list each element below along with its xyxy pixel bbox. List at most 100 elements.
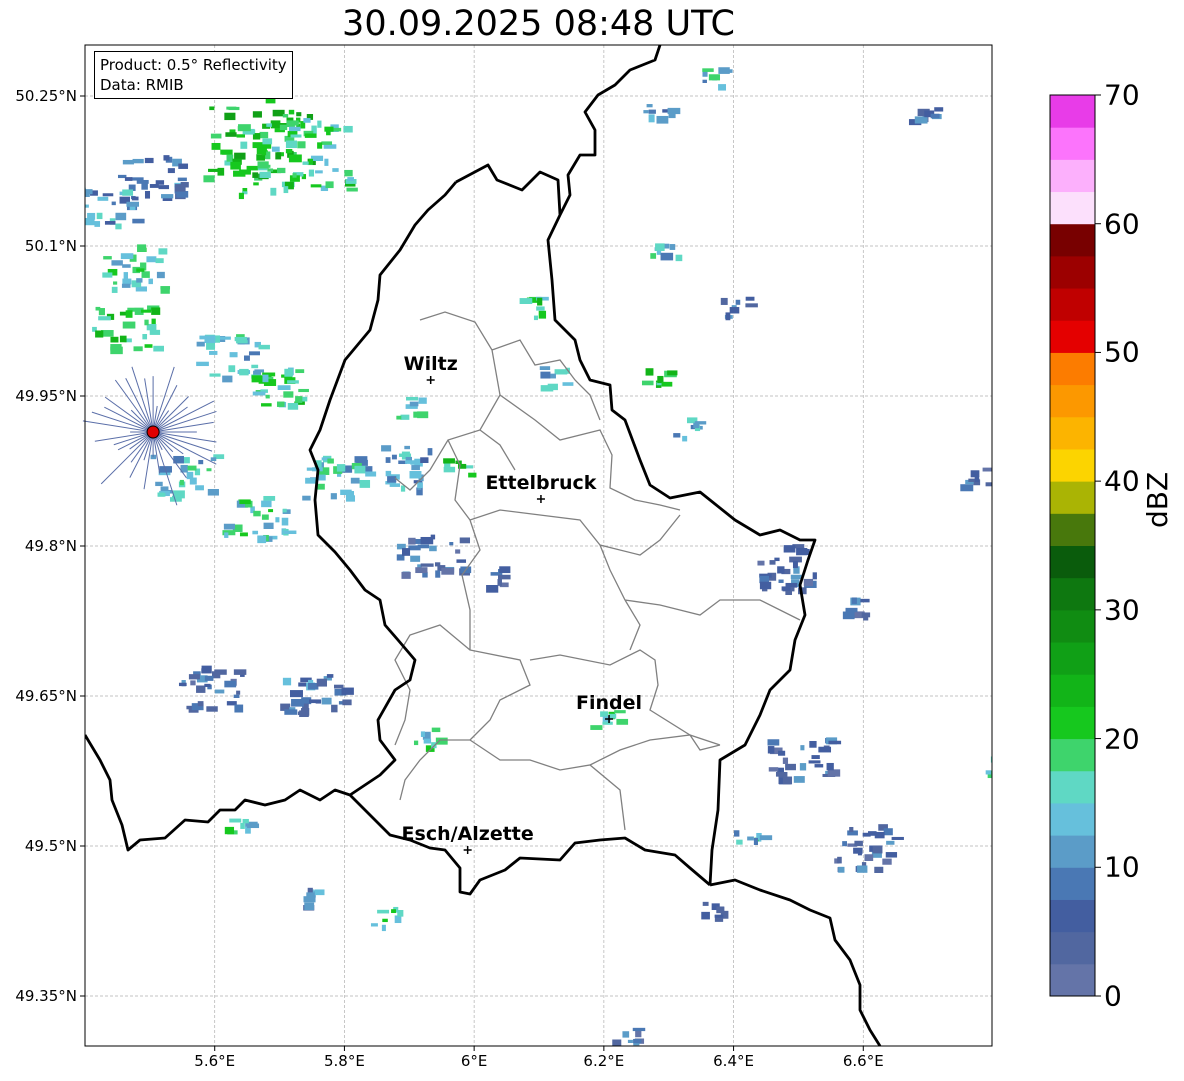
echo-pixel	[207, 488, 219, 496]
echo-pixel	[720, 297, 728, 305]
echo-pixel	[429, 545, 437, 552]
echo-pixel	[883, 828, 893, 836]
echo-pixel	[287, 403, 299, 410]
echo-pixel	[702, 901, 709, 906]
echo-pixel	[149, 329, 161, 335]
echo-pixel	[195, 485, 204, 491]
echo-pixel	[275, 517, 280, 523]
echo-pixel	[236, 134, 246, 138]
echo-pixel	[753, 837, 758, 845]
echo-pixel	[747, 836, 754, 841]
echo-pixel	[306, 892, 315, 900]
echo-pixel	[321, 141, 333, 145]
echo-pixel	[347, 177, 354, 181]
echo-pixel	[406, 396, 419, 401]
echo-pixel	[97, 196, 109, 201]
echo-pixel	[284, 709, 298, 715]
echo-pixel	[308, 699, 322, 704]
echo-pixel	[123, 272, 129, 279]
echo-pixel	[350, 477, 360, 484]
echo-pixel	[417, 411, 429, 419]
echo-pixel	[252, 391, 266, 396]
colorbar-label: dBZ	[1141, 471, 1174, 528]
echo-pixel	[136, 268, 145, 272]
echo-pixel	[385, 457, 391, 463]
echo-pixel	[270, 120, 281, 129]
echo-pixel	[411, 465, 420, 471]
echo-pixel	[246, 823, 260, 829]
echo-pixel	[500, 568, 510, 573]
echo-pixel	[285, 140, 298, 149]
echo-pixel	[1000, 767, 1008, 771]
echo-pixel	[400, 414, 410, 420]
colorbar-tick-label: 60	[1104, 207, 1140, 241]
echo-pixel	[110, 344, 122, 351]
echo-pixel	[960, 484, 974, 492]
echo-pixel	[214, 689, 225, 694]
echo-pixel	[391, 909, 396, 914]
echo-pixel	[122, 321, 136, 329]
echo-pixel	[252, 111, 262, 118]
echo-pixel	[189, 477, 197, 485]
echo-pixel	[354, 465, 367, 474]
lat-tick-label: 49.95°N	[15, 387, 77, 405]
radar-map[interactable]: Wiltz Ettelbruck Findel Esch/Alzette	[0, 0, 1184, 1081]
echo-pixel	[536, 306, 545, 311]
echo-pixel	[220, 149, 233, 155]
echo-pixel	[782, 757, 789, 764]
echo-pixel	[197, 701, 204, 707]
echo-pixel	[326, 674, 334, 678]
echo-pixel	[540, 371, 551, 379]
echo-pixel	[417, 544, 430, 549]
echo-pixel	[287, 380, 299, 384]
echo-pixel	[262, 138, 273, 145]
echo-pixel	[267, 168, 274, 172]
echo-pixel	[148, 278, 153, 285]
echo-pixel	[547, 383, 558, 391]
echo-pixel	[342, 699, 352, 706]
echo-pixel	[239, 532, 248, 537]
echo-pixel	[377, 909, 390, 914]
echo-pixel	[533, 315, 538, 321]
echo-pixel	[187, 465, 197, 471]
echo-pixel	[153, 345, 165, 352]
echo-pixel	[702, 68, 714, 72]
city-label: Ettelbruck	[485, 472, 596, 494]
echo-pixel	[814, 764, 824, 768]
colorbar-tick-label: 40	[1104, 464, 1140, 498]
echo-pixel	[872, 845, 883, 854]
echo-pixel	[327, 458, 334, 464]
echo-pixel	[276, 401, 285, 407]
echo-pixel	[206, 342, 216, 350]
echo-pixel	[718, 84, 727, 91]
echo-pixel	[136, 278, 143, 283]
echo-pixel	[845, 607, 858, 613]
echo-pixel	[854, 840, 863, 847]
echo-pixel	[409, 471, 422, 479]
echo-pixel	[234, 704, 244, 713]
echo-pixel	[160, 486, 169, 492]
echo-pixel	[119, 335, 127, 343]
echo-pixel	[777, 566, 785, 574]
echo-pixel	[809, 740, 817, 748]
echo-pixel	[885, 852, 898, 858]
echo-pixel	[934, 107, 944, 112]
echo-pixel	[157, 492, 165, 497]
echo-pixel	[554, 369, 568, 375]
echo-pixel	[389, 483, 401, 487]
echo-pixel	[330, 493, 337, 500]
echo-pixel	[714, 914, 724, 918]
lon-tick-label: 5.6°E	[194, 1052, 236, 1070]
echo-pixel	[735, 299, 741, 305]
echo-pixel	[497, 579, 502, 586]
echo-pixel	[251, 375, 263, 383]
echo-pixel	[800, 745, 805, 751]
echo-pixel	[262, 374, 269, 383]
echo-pixel	[289, 690, 303, 698]
colorbar-tick-label: 50	[1104, 335, 1140, 369]
echo-pixel	[408, 537, 416, 545]
lat-tick-label: 49.5°N	[24, 837, 77, 855]
echo-pixel	[682, 435, 688, 442]
echo-pixel	[778, 579, 784, 583]
echo-pixel	[266, 151, 271, 160]
